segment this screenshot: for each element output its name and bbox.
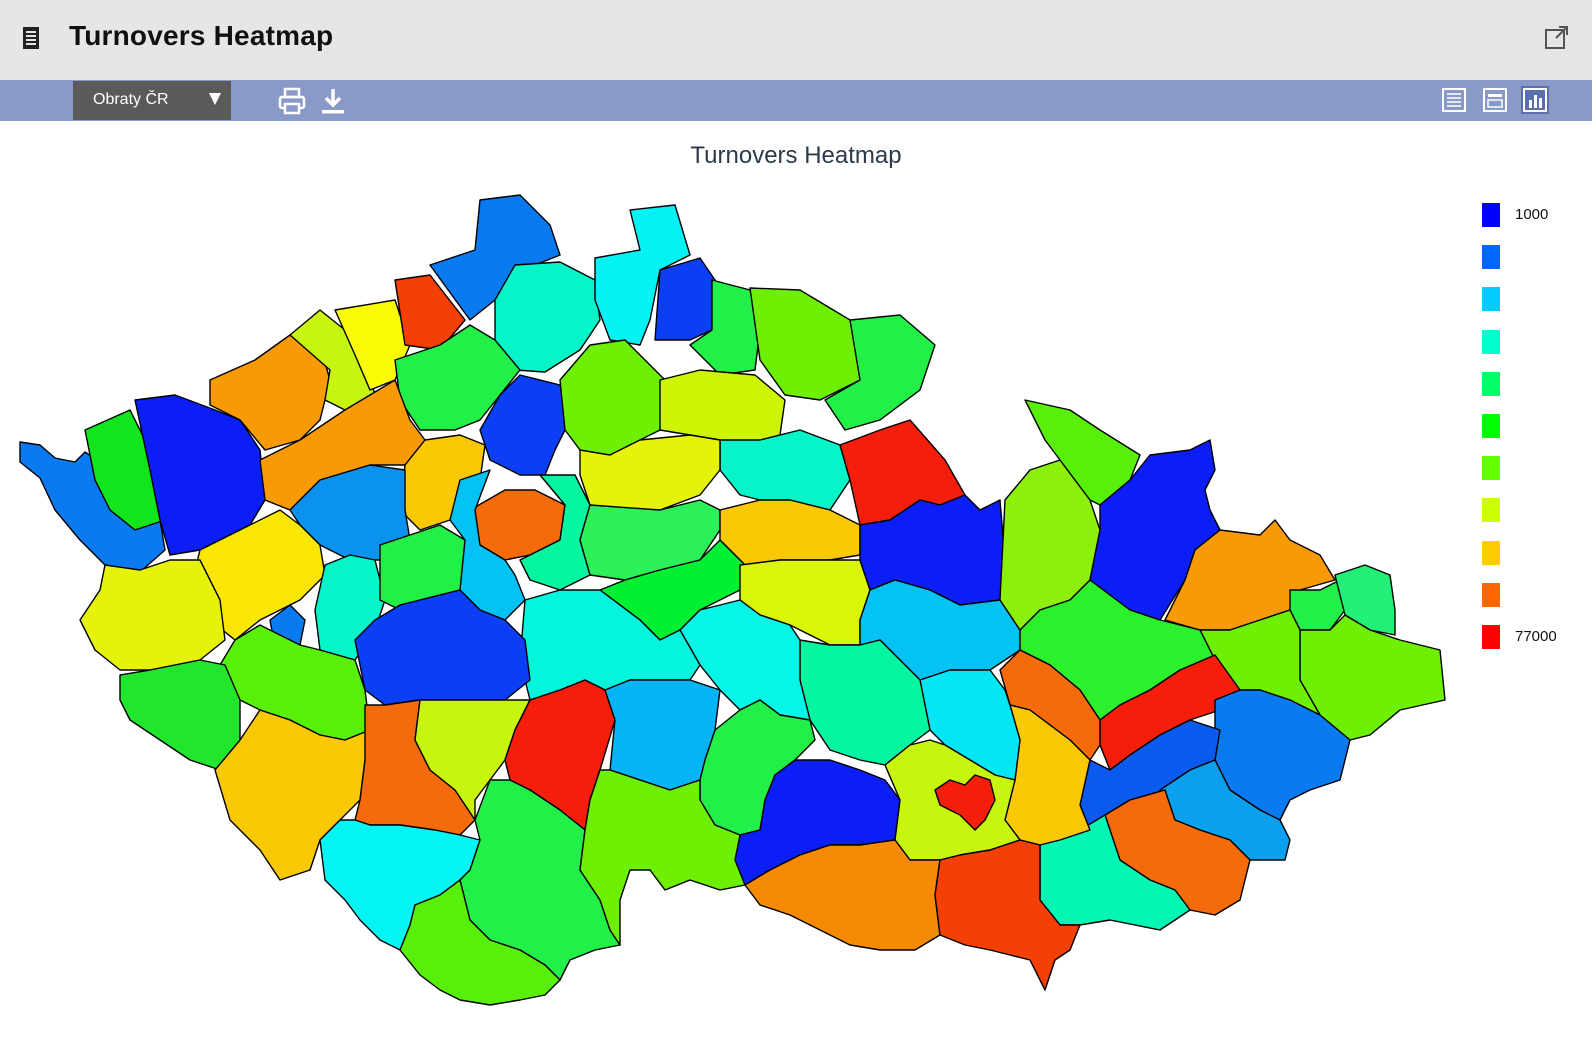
legend-swatch [1482, 414, 1500, 438]
legend-max-label: 77000 [1515, 628, 1557, 645]
dataset-select-label: Obraty ČR [93, 91, 169, 108]
chevron-down-icon [209, 93, 221, 105]
legend-swatch [1482, 582, 1500, 607]
layout-view-icon[interactable] [1481, 86, 1509, 114]
heatmap-map [19, 194, 1446, 1006]
document-icon [23, 27, 39, 49]
chart-title: Turnovers Heatmap [690, 142, 902, 169]
legend-swatch [1482, 371, 1500, 396]
table-view-icon[interactable] [1440, 86, 1468, 114]
district-region [654, 257, 716, 341]
district-region [749, 287, 871, 401]
legend-swatch [1482, 498, 1500, 523]
legend-swatch [1482, 245, 1500, 270]
download-icon[interactable] [318, 86, 348, 116]
district-region [719, 499, 861, 566]
legend-swatch [1482, 329, 1500, 354]
legend-swatch [1482, 287, 1500, 312]
page-title: Turnovers Heatmap [69, 20, 334, 51]
chart-view-icon[interactable] [1521, 86, 1549, 114]
legend-swatch [1482, 625, 1500, 649]
district-region [659, 369, 786, 446]
toolbar [0, 80, 1592, 121]
legend-swatch [1482, 456, 1500, 481]
popout-icon[interactable] [1544, 24, 1570, 50]
district-region [79, 559, 226, 671]
legend-min-label: 1000 [1515, 206, 1549, 223]
district-region [119, 659, 241, 771]
district-region [719, 429, 851, 511]
title-bar: Turnovers Heatmap [0, 0, 1592, 80]
dataset-select[interactable]: Obraty ČR [73, 81, 231, 120]
legend-swatch [1482, 540, 1500, 565]
legend-swatch [1482, 203, 1500, 227]
print-icon[interactable] [277, 86, 307, 116]
